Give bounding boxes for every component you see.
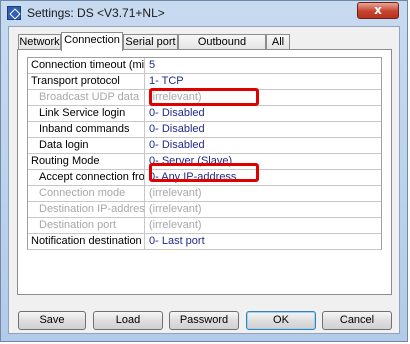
setting-row-connection-timeout[interactable]: Connection timeout (min) 5 [28,58,381,74]
load-button[interactable]: Load [93,311,163,330]
setting-row-notification-destination[interactable]: Notification destination 0- Last port [28,234,381,250]
tab-outbound-packets[interactable]: Outbound packets [178,34,266,63]
settings-grid: Connection timeout (min) 5 Transport pro… [27,57,382,250]
setting-row-link-service-login[interactable]: Link Service login 0- Disabled [28,106,381,122]
setting-label: Accept connection from [28,170,145,185]
save-button[interactable]: Save [18,311,86,330]
setting-label: Routing Mode [28,154,145,169]
setting-value: 0- Disabled [149,139,205,151]
setting-label: Notification destination [28,234,145,249]
setting-label: Broadcast UDP data [28,90,145,105]
setting-value: 0- Last port [149,235,205,247]
settings-app-icon [7,6,21,20]
setting-value: (irrelevant) [149,219,202,231]
setting-label: Destination port [28,218,145,233]
tab-network[interactable]: Network [18,34,61,50]
setting-value: 0- Disabled [149,123,205,135]
dialog-client-area: Network Connection Serial port Outbound … [8,26,400,334]
setting-label: Inband commands [28,122,145,137]
setting-label: Data login [28,138,145,153]
setting-value: (irrelevant) [149,187,202,199]
setting-value: 1- TCP [149,75,184,87]
setting-label: Connection timeout (min) [28,58,145,73]
window-title: Settings: DS <V3.71+NL> [27,6,165,20]
setting-label: Transport protocol [28,74,145,89]
close-button[interactable]: x [357,2,399,19]
password-button[interactable]: Password [169,311,239,330]
setting-value: 0- Disabled [149,107,205,119]
tab-all[interactable]: All [266,34,290,50]
close-icon: x [374,3,382,17]
connection-settings-panel: Connection timeout (min) 5 Transport pro… [17,49,392,295]
setting-label: Connection mode [28,186,145,201]
setting-label: Link Service login [28,106,145,121]
setting-value: 5 [149,59,156,71]
ok-button[interactable]: OK [246,311,316,330]
setting-value: (irrelevant) [149,203,202,215]
button-bar: Save Load Password OK Cancel [9,311,401,331]
settings-window: Settings: DS <V3.71+NL> x Network Connec… [0,0,408,342]
setting-row-connection-mode[interactable]: Connection mode (irrelevant) [28,186,381,202]
highlight-box-routing-mode [149,163,259,182]
setting-row-destination-port[interactable]: Destination port (irrelevant) [28,218,381,234]
cancel-button[interactable]: Cancel [322,311,392,330]
tab-serial-port[interactable]: Serial port [123,34,178,50]
tab-connection[interactable]: Connection [61,32,123,51]
setting-row-inband-commands[interactable]: Inband commands 0- Disabled [28,122,381,138]
title-bar[interactable]: Settings: DS <V3.71+NL> x [1,1,407,27]
setting-row-data-login[interactable]: Data login 0- Disabled [28,138,381,154]
highlight-box-transport-protocol [149,88,259,106]
setting-row-destination-ip-address[interactable]: Destination IP-address (irrelevant) [28,202,381,218]
setting-label: Destination IP-address [28,202,145,217]
